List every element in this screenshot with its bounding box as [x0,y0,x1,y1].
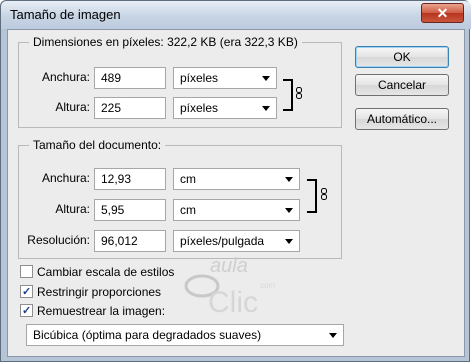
pixel-height-label: Altura: [55,100,90,114]
chain-link-icon [321,188,327,200]
pixel-height-unit-select[interactable]: píxeles [173,97,277,119]
document-height-input[interactable]: 5,95 [94,199,166,221]
document-height-unit-select[interactable]: cm [173,199,300,221]
document-size-group: Tamaño del documento: Anchura: 12,93 cm … [18,138,342,259]
scale-styles-label: Cambiar escala de estilos [37,264,175,279]
document-width-unit-value: cm [180,172,196,186]
checkmark-icon: ✓ [22,286,32,299]
dropdown-arrow-icon [285,177,293,182]
image-size-dialog: Tamaño de imagen ✕ Dimensiones en píxele… [0,0,471,362]
aulaclic-watermark: aula com Clic [184,255,275,318]
document-width-unit-select[interactable]: cm [173,168,300,190]
close-button[interactable]: ✕ [421,3,464,23]
resample-method-select[interactable]: Bicúbica (óptima para degradados suaves) [26,324,344,346]
pixel-dimensions-group: Dimensiones en píxeles: 322,2 KB (era 32… [18,35,342,128]
dialog-body: Dimensiones en píxeles: 322,2 KB (era 32… [7,29,465,357]
document-width-input[interactable]: 12,93 [94,168,166,190]
resolution-unit-value: píxeles/pulgada [180,234,265,248]
document-height-unit-value: cm [180,203,196,217]
pixel-width-unit-select[interactable]: píxeles [173,67,277,89]
title-bar[interactable]: Tamaño de imagen ✕ [1,1,471,29]
dropdown-arrow-icon [285,239,293,244]
watermark-small-text: com [260,281,275,290]
dropdown-arrow-icon [262,76,270,81]
auto-button[interactable]: Automático... [355,108,449,130]
resolution-input[interactable]: 96,012 [94,230,166,252]
cancel-button[interactable]: Cancelar [355,74,449,96]
scale-styles-checkbox[interactable] [20,265,33,279]
constrain-bracket [283,79,293,111]
resolution-label: Resolución: [27,233,90,247]
resample-option[interactable]: ✓ Remuestrear la imagen: [20,303,165,319]
window-title: Tamaño de imagen [10,7,121,22]
document-constrain-bracket [307,179,317,213]
watermark-top-text: aula [210,255,248,277]
pixel-width-label: Anchura: [41,70,90,84]
dropdown-arrow-icon [285,208,293,213]
pixel-height-unit-value: píxeles [180,101,219,115]
document-height-label: Altura: [55,202,90,216]
scale-styles-option[interactable]: Cambiar escala de estilos [20,264,174,280]
pixel-width-unit-value: píxeles [180,71,219,85]
document-width-label: Anchura: [41,171,90,185]
pixel-dimensions-title: Dimensiones en píxeles: 322,2 KB (era 32… [29,35,302,49]
resample-method-value: Bicúbica (óptima para degradados suaves) [33,328,262,342]
chain-link-icon [296,87,302,99]
constrain-option[interactable]: ✓ Restringir proporciones [20,284,161,300]
constrain-checkbox[interactable]: ✓ [20,285,33,299]
close-icon: ✕ [436,5,449,21]
resample-label: Remuestrear la imagen: [37,303,166,318]
checkmark-icon: ✓ [22,305,32,318]
dropdown-arrow-icon [262,106,270,111]
constrain-label: Restringir proporciones [37,284,162,299]
document-size-title: Tamaño del documento: [29,138,166,152]
pixel-height-input[interactable]: 225 [94,97,166,119]
ok-button[interactable]: OK [355,46,449,68]
pixel-width-input[interactable]: 489 [94,67,166,89]
resample-checkbox[interactable]: ✓ [20,304,33,318]
dropdown-arrow-icon [329,333,337,338]
watermark-bottom-text: Clic [208,286,258,318]
